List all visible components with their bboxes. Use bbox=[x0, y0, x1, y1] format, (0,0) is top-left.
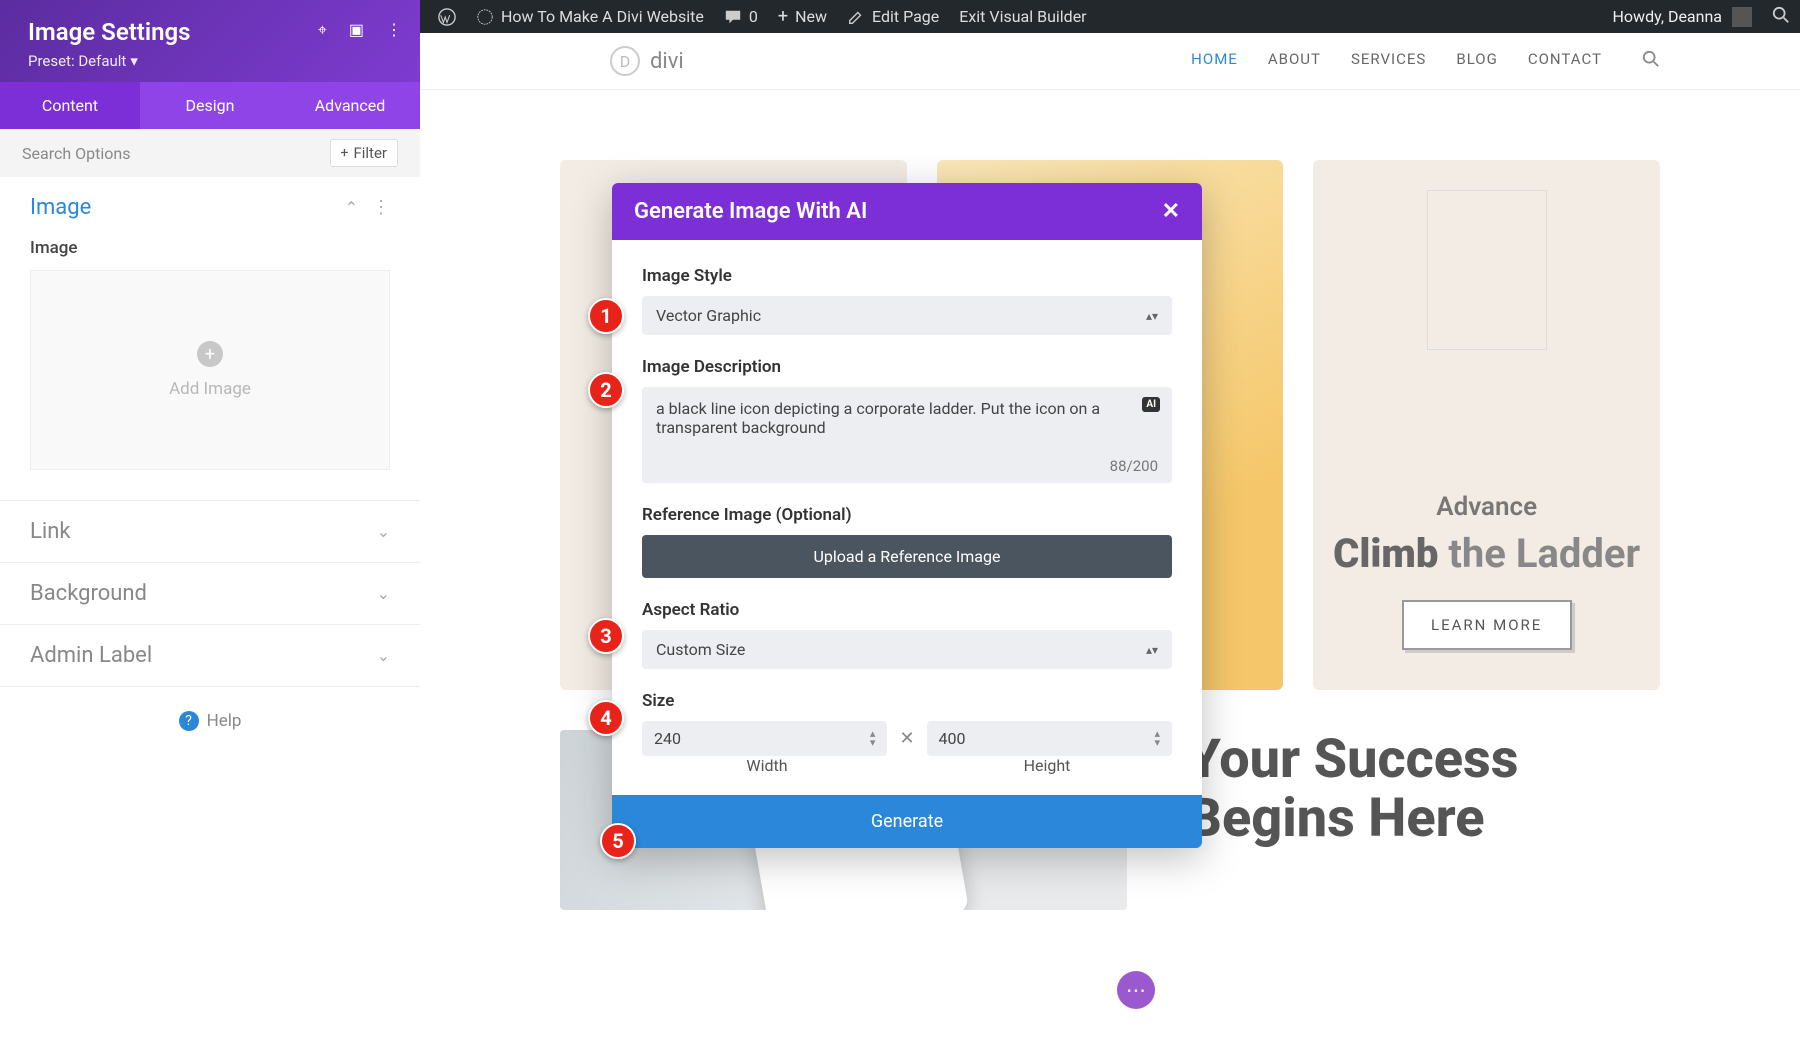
chevron-up-icon: ⌃ bbox=[345, 198, 358, 217]
reference-image-label: Reference Image (Optional) bbox=[642, 505, 1172, 525]
section-admin-label[interactable]: Admin Label⌄ bbox=[0, 625, 420, 686]
nav-search-icon[interactable] bbox=[1642, 50, 1660, 72]
stepper-icon[interactable]: ▴▾ bbox=[1154, 730, 1160, 748]
nav-contact[interactable]: CONTACT bbox=[1528, 50, 1602, 72]
modal-header: Generate Image With AI ✕ bbox=[612, 183, 1202, 240]
callout-3: 3 bbox=[588, 618, 624, 654]
multiply-icon: ✕ bbox=[899, 728, 914, 749]
nav-home[interactable]: HOME bbox=[1191, 50, 1238, 72]
width-label: Width bbox=[642, 756, 892, 775]
responsive-icon[interactable]: ▣ bbox=[349, 20, 364, 40]
width-input[interactable]: 240▴▾ bbox=[642, 721, 887, 756]
card-3: Advance Climb the Ladder LEARN MORE bbox=[1313, 160, 1660, 690]
logo-icon: D bbox=[610, 46, 640, 76]
search-options-input[interactable]: Search Options bbox=[22, 144, 130, 163]
callout-1: 1 bbox=[588, 298, 624, 334]
image-style-select[interactable]: Vector Graphic▴▾ bbox=[642, 296, 1172, 335]
site-name-link[interactable]: How To Make A Divi Website bbox=[476, 7, 704, 26]
add-image-dropzone[interactable]: + Add Image bbox=[30, 270, 390, 470]
search-icon[interactable] bbox=[1772, 6, 1790, 28]
select-arrows-icon: ▴▾ bbox=[1146, 643, 1158, 657]
comments-link[interactable]: 0 bbox=[724, 7, 758, 26]
ai-badge-icon[interactable]: AI bbox=[1142, 397, 1160, 412]
nav-services[interactable]: SERVICES bbox=[1351, 50, 1426, 72]
sidebar-header: Image Settings Preset: Default ▾ ⌖ ▣ ⋮ bbox=[0, 0, 420, 82]
search-options-row: Search Options +Filter bbox=[0, 129, 420, 177]
callout-5: 5 bbox=[600, 823, 636, 859]
image-description-label: Image Description bbox=[642, 357, 1172, 377]
char-count: 88/200 bbox=[1110, 457, 1158, 475]
section-background[interactable]: Background⌄ bbox=[0, 563, 420, 624]
card-subtitle: Advance bbox=[1313, 492, 1660, 522]
plus-icon: + bbox=[197, 341, 223, 367]
callout-4: 4 bbox=[588, 700, 624, 736]
ai-image-modal: Generate Image With AI ✕ Image Style Vec… bbox=[612, 183, 1202, 848]
sidebar-tabs: Content Design Advanced bbox=[0, 82, 420, 129]
greeting-text: Howdy, Deanna bbox=[1613, 7, 1723, 26]
nav-about[interactable]: ABOUT bbox=[1268, 50, 1321, 72]
stepper-icon[interactable]: ▴▾ bbox=[870, 730, 876, 748]
hero-heading: Your Success Begins Here bbox=[1187, 730, 1660, 849]
nav-blog[interactable]: BLOG bbox=[1456, 50, 1498, 72]
tab-design[interactable]: Design bbox=[140, 82, 280, 129]
chevron-down-icon: ⌄ bbox=[377, 646, 390, 665]
generate-button[interactable]: Generate bbox=[612, 795, 1202, 848]
new-label: New bbox=[795, 7, 827, 26]
site-title: How To Make A Divi Website bbox=[501, 7, 704, 26]
section-image-title: Image bbox=[30, 195, 91, 220]
modal-title: Generate Image With AI bbox=[634, 199, 867, 224]
site-header: Ddivi HOME ABOUT SERVICES BLOG CONTACT bbox=[420, 33, 1800, 90]
section-image-header[interactable]: Image ⌃ ⋮ bbox=[0, 177, 420, 238]
focus-icon[interactable]: ⌖ bbox=[318, 20, 327, 40]
builder-fab[interactable]: ⋯ bbox=[1117, 971, 1155, 1009]
learn-more-button[interactable]: LEARN MORE bbox=[1402, 600, 1572, 650]
tab-advanced[interactable]: Advanced bbox=[280, 82, 420, 129]
settings-sidebar: Image Settings Preset: Default ▾ ⌖ ▣ ⋮ C… bbox=[0, 0, 420, 1037]
card-title: Climb the Ladder bbox=[1313, 530, 1660, 578]
image-description-textarea[interactable]: a black line icon depicting a corporate … bbox=[642, 387, 1172, 483]
site-nav: HOME ABOUT SERVICES BLOG CONTACT bbox=[1191, 50, 1660, 72]
filter-button[interactable]: +Filter bbox=[330, 139, 398, 167]
help-icon: ? bbox=[179, 711, 199, 731]
section-link[interactable]: Link⌄ bbox=[0, 501, 420, 562]
comments-count: 0 bbox=[749, 7, 758, 26]
image-field-label: Image bbox=[30, 238, 390, 258]
chevron-down-icon: ▾ bbox=[130, 52, 138, 70]
image-style-label: Image Style bbox=[642, 266, 1172, 286]
upload-reference-button[interactable]: Upload a Reference Image bbox=[642, 535, 1172, 578]
edit-label: Edit Page bbox=[872, 7, 939, 26]
preset-selector[interactable]: Preset: Default ▾ bbox=[28, 52, 392, 70]
tab-content[interactable]: Content bbox=[0, 82, 140, 129]
site-logo[interactable]: Ddivi bbox=[610, 46, 684, 76]
height-label: Height bbox=[922, 756, 1172, 775]
aspect-ratio-label: Aspect Ratio bbox=[642, 600, 1172, 620]
callout-2: 2 bbox=[588, 372, 624, 408]
aspect-ratio-select[interactable]: Custom Size▴▾ bbox=[642, 630, 1172, 669]
wp-admin-bar: How To Make A Divi Website 0 +New Edit P… bbox=[420, 0, 1800, 33]
description-text: a black line icon depicting a corporate … bbox=[656, 399, 1100, 437]
chevron-down-icon: ⌄ bbox=[377, 584, 390, 603]
help-link[interactable]: ?Help bbox=[0, 687, 420, 755]
height-input[interactable]: 400▴▾ bbox=[927, 721, 1172, 756]
avatar[interactable] bbox=[1732, 7, 1752, 27]
section-more-icon[interactable]: ⋮ bbox=[372, 197, 390, 218]
select-arrows-icon: ▴▾ bbox=[1146, 309, 1158, 323]
edit-page-link[interactable]: Edit Page bbox=[847, 7, 939, 26]
more-icon[interactable]: ⋮ bbox=[386, 20, 402, 40]
add-image-label: Add Image bbox=[169, 379, 251, 399]
exit-builder-link[interactable]: Exit Visual Builder bbox=[959, 7, 1086, 26]
wp-logo-icon[interactable] bbox=[438, 8, 456, 26]
close-icon[interactable]: ✕ bbox=[1162, 199, 1180, 224]
card-image-placeholder bbox=[1427, 190, 1547, 350]
chevron-down-icon: ⌄ bbox=[377, 522, 390, 541]
size-label: Size bbox=[642, 691, 1172, 711]
new-link[interactable]: +New bbox=[778, 6, 827, 27]
